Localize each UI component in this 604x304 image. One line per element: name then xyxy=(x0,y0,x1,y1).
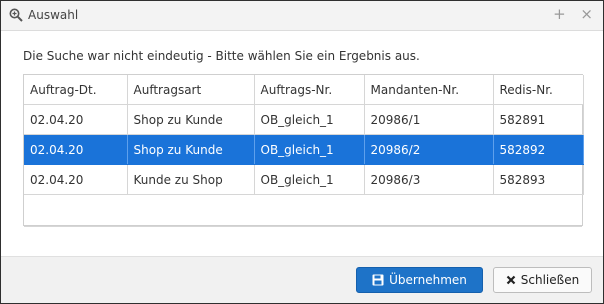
cell-auftrags-nr: OB_gleich_1 xyxy=(254,134,365,165)
column-header-mandanten-nr[interactable]: Mandanten-Nr. xyxy=(364,75,494,105)
column-header-auftragsart[interactable]: Auftragsart xyxy=(127,75,255,105)
cell-mandanten-nr: 20986/2 xyxy=(364,134,494,165)
cell-auftragsart: Kunde zu Shop xyxy=(127,164,255,195)
accept-button[interactable]: Übernehmen xyxy=(356,267,483,293)
save-icon xyxy=(372,274,384,286)
cell-redis-nr: 582892 xyxy=(493,134,584,165)
column-header-auftrags-nr[interactable]: Auftrags-Nr. xyxy=(254,75,365,105)
cell-auftrags-nr: OB_gleich_1 xyxy=(254,104,365,135)
close-icon[interactable]: × xyxy=(580,5,593,23)
close-button[interactable]: Schließen xyxy=(493,267,592,293)
close-button-label: Schließen xyxy=(520,273,580,287)
table-row[interactable]: 02.04.20 Kunde zu Shop OB_gleich_1 20986… xyxy=(24,164,584,195)
cell-mandanten-nr: 20986/1 xyxy=(364,104,494,135)
window-tools: + × xyxy=(543,5,593,23)
cell-redis-nr: 582891 xyxy=(493,104,584,135)
cell-auftrags-nr: OB_gleich_1 xyxy=(254,164,365,195)
zoom-icon xyxy=(9,8,23,22)
cell-auftragsart: Shop zu Kunde xyxy=(127,134,255,165)
cell-redis-nr: 582893 xyxy=(493,164,584,195)
column-header-redis-nr[interactable]: Redis-Nr. xyxy=(493,75,584,105)
table-row[interactable]: 02.04.20 Shop zu Kunde OB_gleich_1 20986… xyxy=(24,104,584,135)
title-bar[interactable]: Auswahl + × xyxy=(1,1,603,31)
cell-auftrag-dt: 02.04.20 xyxy=(24,104,128,135)
accept-button-label: Übernehmen xyxy=(389,273,467,287)
close-x-icon xyxy=(506,275,516,285)
cell-auftrag-dt: 02.04.20 xyxy=(24,164,128,195)
header-row: Auftrag-Dt. Auftragsart Auftrags-Nr. Man… xyxy=(24,75,584,105)
column-header-auftrag-dt[interactable]: Auftrag-Dt. xyxy=(24,75,128,105)
cell-auftrag-dt: 02.04.20 xyxy=(24,134,128,165)
maximize-icon[interactable]: + xyxy=(553,5,566,23)
cell-auftragsart: Shop zu Kunde xyxy=(127,104,255,135)
results-grid: Auftrag-Dt. Auftragsart Auftrags-Nr. Man… xyxy=(23,74,584,227)
dialog-footer: Übernehmen Schließen xyxy=(1,256,603,303)
selection-dialog: Auswahl + × Die Suche war nicht eindeuti… xyxy=(0,0,604,304)
table-row-selected[interactable]: 02.04.20 Shop zu Kunde OB_gleich_1 20986… xyxy=(24,134,584,165)
empty-row xyxy=(24,195,582,227)
window-title: Auswahl xyxy=(28,8,79,22)
info-message: Die Suche war nicht eindeutig - Bitte wä… xyxy=(23,49,420,63)
cell-mandanten-nr: 20986/3 xyxy=(364,164,494,195)
